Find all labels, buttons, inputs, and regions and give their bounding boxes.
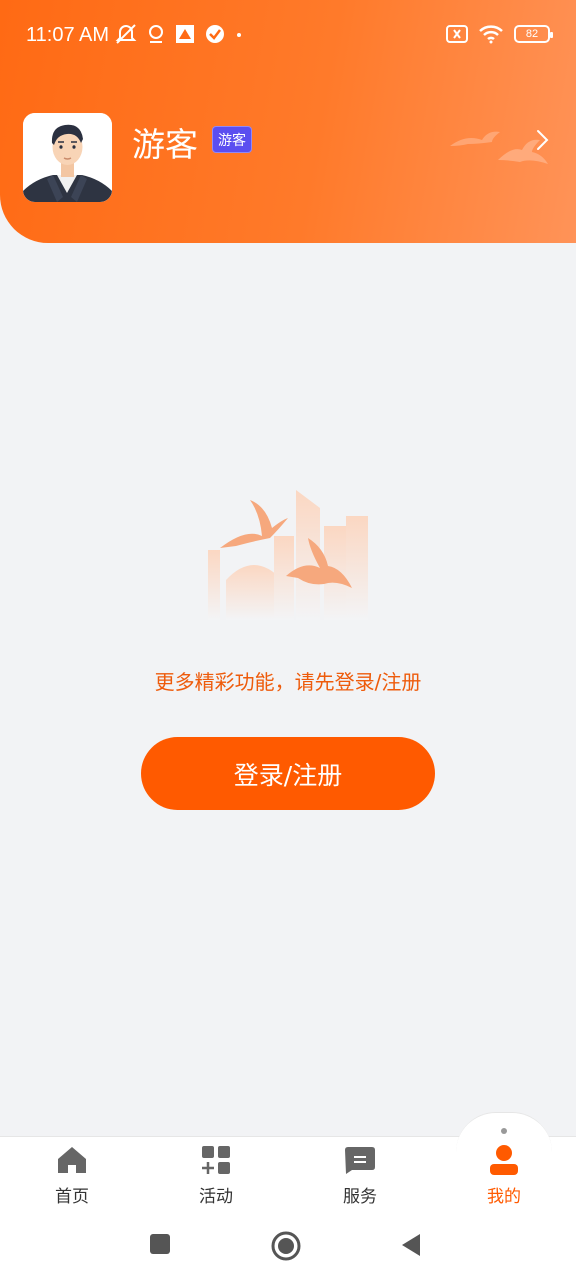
user-icon	[490, 1145, 518, 1175]
tab-label: 我的	[487, 1187, 521, 1207]
login-prompt-text: 更多精彩功能，请先登录/注册	[154, 670, 422, 694]
username: 游客	[132, 125, 198, 164]
tab-label: 服务	[343, 1187, 377, 1207]
sim-off-icon	[446, 25, 468, 43]
status-system-icons: 82	[446, 24, 553, 44]
grid-plus-icon	[202, 1146, 230, 1174]
tab-label: 首页	[55, 1187, 89, 1207]
recent-apps-icon[interactable]	[148, 1232, 172, 1256]
login-register-button[interactable]: 登录/注册	[141, 737, 435, 810]
tab-activity[interactable]: 活动	[144, 1144, 288, 1214]
profile-page: 11:07 AM 82 游客 游客 更多精彩功能，请先登录/注册 登录/注册 首…	[0, 0, 576, 1280]
home-icon	[58, 1147, 86, 1173]
battery-icon: 82	[514, 25, 553, 43]
home-button-icon[interactable]	[270, 1230, 302, 1262]
guest-badge: 游客	[212, 126, 252, 153]
tab-label: 活动	[199, 1187, 233, 1207]
battery-level: 82	[525, 28, 539, 40]
profile-header: 11:07 AM 82 游客 游客	[0, 0, 576, 243]
status-time: 11:07 AM	[26, 24, 110, 46]
app-notification-icon	[176, 25, 194, 43]
message-icon	[345, 1147, 375, 1174]
tab-service[interactable]: 服务	[288, 1144, 432, 1214]
avatar[interactable]	[23, 113, 112, 202]
empty-state-illustration	[208, 490, 368, 620]
status-bar: 11:07 AM 82	[0, 0, 576, 70]
tab-indicator-dot	[501, 1128, 507, 1134]
location-icon	[149, 25, 163, 43]
avatar-illustration	[23, 113, 112, 202]
system-navigation-bar	[0, 1216, 576, 1280]
back-icon[interactable]	[400, 1232, 424, 1258]
tab-mine[interactable]: 我的	[432, 1144, 576, 1214]
more-dot-icon	[237, 33, 241, 37]
chevron-right-icon[interactable]	[532, 128, 552, 152]
check-badge-icon	[206, 25, 224, 43]
mute-icon	[115, 24, 137, 44]
tab-home[interactable]: 首页	[0, 1144, 144, 1214]
wifi-icon	[479, 25, 503, 44]
status-notification-icons	[114, 22, 244, 46]
